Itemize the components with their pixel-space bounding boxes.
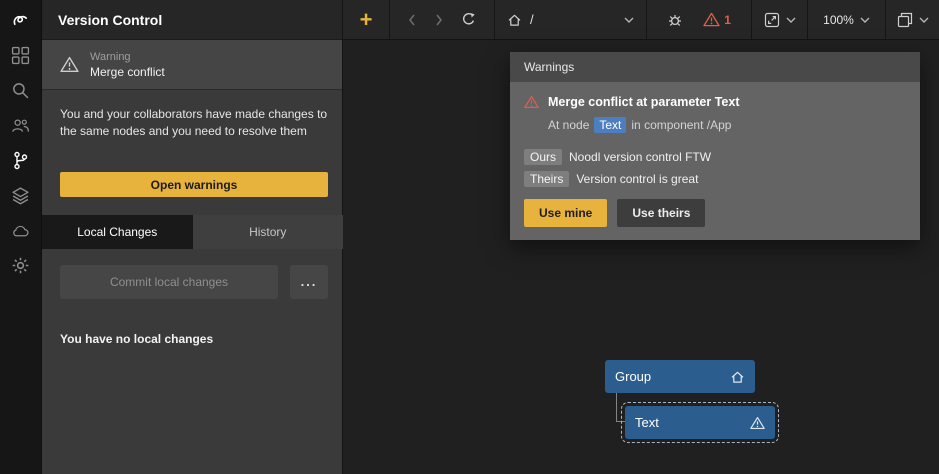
search-icon[interactable] xyxy=(11,80,31,100)
node-text[interactable]: Text xyxy=(625,406,775,439)
chevron-down-icon xyxy=(919,17,929,23)
version-control-panel: Version Control Warning Merge conflict Y… xyxy=(42,0,343,474)
warnings-popup-body: Merge conflict at parameter Text At node… xyxy=(510,82,920,240)
tab-history[interactable]: History xyxy=(193,215,344,249)
theirs-row: Theirs Version control is great xyxy=(524,171,906,187)
collaboration-icon[interactable] xyxy=(11,115,31,135)
zoom-level-label: 100% xyxy=(823,13,854,27)
conflict-location: At node Text in component /App xyxy=(548,117,906,133)
settings-gear-icon[interactable] xyxy=(11,255,31,275)
warning-count: 1 xyxy=(724,13,731,27)
warnings-popup-title: Warnings xyxy=(510,52,920,82)
nav-group xyxy=(390,0,494,39)
preview-size-dropdown[interactable] xyxy=(752,0,807,39)
cloud-services-icon[interactable] xyxy=(11,220,31,240)
theirs-value: Version control is great xyxy=(576,172,698,186)
refresh-icon[interactable] xyxy=(461,12,476,27)
node-library-icon[interactable] xyxy=(11,45,31,65)
more-options-button[interactable]: ... xyxy=(290,265,328,299)
forward-button[interactable] xyxy=(435,14,443,26)
back-button[interactable] xyxy=(408,14,416,26)
component-path-dropdown[interactable]: / xyxy=(495,0,646,39)
location-suffix: in component /App xyxy=(631,118,731,132)
panel-title: Version Control xyxy=(42,0,342,40)
warning-triangle-icon xyxy=(703,12,720,27)
node-connection-vertical xyxy=(616,393,617,422)
warnings-indicator[interactable]: 1 xyxy=(703,12,731,27)
home-icon xyxy=(730,370,745,384)
ours-row: Ours Noodl version control FTW xyxy=(524,149,906,165)
bug-icon[interactable] xyxy=(667,12,683,28)
conflict-actions: Use mine Use theirs xyxy=(524,199,906,227)
frames-dropdown[interactable] xyxy=(886,0,939,39)
component-path-label: / xyxy=(530,12,534,27)
home-icon xyxy=(507,13,522,27)
commit-row: Commit local changes ... xyxy=(60,265,328,299)
warning-triangle-icon xyxy=(750,416,765,430)
panel-tabs: Local Changes History xyxy=(42,215,343,249)
icon-rail xyxy=(0,0,42,474)
chevron-down-icon xyxy=(786,17,796,23)
warning-triangle-icon xyxy=(524,95,539,109)
node-group[interactable]: Group xyxy=(605,360,755,393)
noodl-logo-icon[interactable] xyxy=(11,10,31,30)
expand-icon xyxy=(764,12,780,28)
open-warnings-button[interactable]: Open warnings xyxy=(60,172,328,197)
warning-banner-message: Merge conflict xyxy=(90,65,165,79)
add-node-button[interactable]: + xyxy=(343,0,389,39)
no-local-changes-message: You have no local changes xyxy=(60,332,213,346)
use-mine-button[interactable]: Use mine xyxy=(524,199,607,227)
chevron-down-icon xyxy=(860,17,870,23)
frames-icon xyxy=(897,12,913,28)
use-theirs-button[interactable]: Use theirs xyxy=(617,199,705,227)
warning-banner[interactable]: Warning Merge conflict xyxy=(42,40,342,90)
conflict-description: You and your collaborators have made cha… xyxy=(60,106,330,140)
warning-banner-label: Warning xyxy=(90,51,165,63)
node-name-chip: Text xyxy=(594,117,626,133)
node-connection-horizontal xyxy=(616,421,625,422)
components-icon[interactable] xyxy=(11,185,31,205)
conflict-row: Merge conflict at parameter Text xyxy=(524,95,906,109)
ours-value: Noodl version control FTW xyxy=(569,150,711,164)
ours-badge: Ours xyxy=(524,149,562,165)
node-label: Text xyxy=(635,415,750,430)
zoom-dropdown[interactable]: 100% xyxy=(808,0,885,39)
debug-group: 1 xyxy=(647,0,751,39)
node-label: Group xyxy=(615,369,730,384)
version-control-icon[interactable] xyxy=(11,150,31,170)
commit-local-changes-button[interactable]: Commit local changes xyxy=(60,265,278,299)
warnings-popup: Warnings Merge conflict at parameter Tex… xyxy=(510,52,920,240)
location-prefix: At node xyxy=(548,118,589,132)
theirs-badge: Theirs xyxy=(524,171,569,187)
top-toolbar: + / 1 100% xyxy=(343,0,939,40)
tab-local-changes[interactable]: Local Changes xyxy=(42,215,193,249)
chevron-down-icon xyxy=(624,17,634,23)
app-window: Version Control Warning Merge conflict Y… xyxy=(0,0,939,474)
conflict-title: Merge conflict at parameter Text xyxy=(548,95,740,109)
warning-triangle-icon xyxy=(60,56,79,73)
